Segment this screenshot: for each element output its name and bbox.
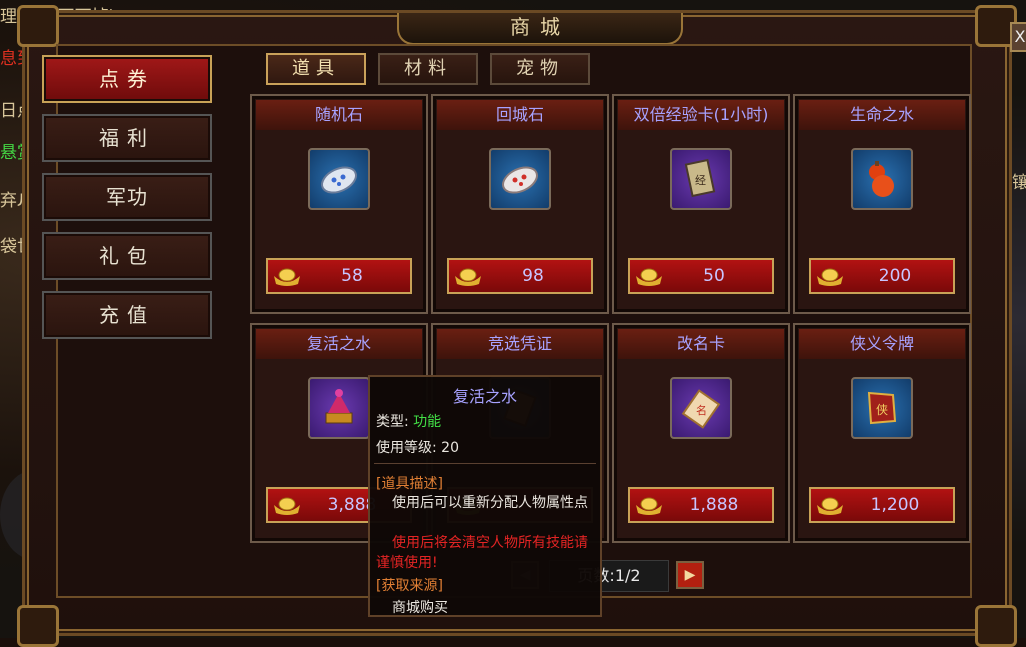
item-name: 侠义令牌: [799, 329, 965, 359]
svg-text:经: 经: [695, 174, 706, 187]
buy-price-button[interactable]: 1,888: [628, 487, 774, 523]
shop-item-card[interactable]: 改名卡名 1,888: [612, 323, 790, 543]
buy-price-button[interactable]: 58: [266, 258, 412, 294]
tab-0[interactable]: 道具: [266, 53, 366, 85]
item-name: 随机石: [256, 100, 422, 130]
item-name: 改名卡: [618, 329, 784, 359]
tooltip-level: 使用等级: 20: [376, 437, 459, 457]
item-name: 竞选凭证: [437, 329, 603, 359]
buy-price-button[interactable]: 1,200: [809, 487, 955, 523]
window-title: 商城: [397, 13, 683, 45]
desc-text: 使用后可以重新分配人物属性点: [392, 495, 588, 511]
revive-potion-icon[interactable]: [308, 377, 370, 439]
level-label: 使用等级:: [376, 440, 437, 456]
desc-header: [道具描述]: [376, 476, 443, 492]
item-name: 回城石: [437, 100, 603, 130]
exp-card-icon[interactable]: 经: [670, 148, 732, 210]
tooltip-title: 复活之水: [452, 387, 517, 406]
price-value: 98: [522, 266, 544, 286]
sidebar-item-1[interactable]: 福利: [42, 114, 212, 162]
tooltip-type: 类型: 功能: [376, 411, 441, 431]
source-header: [获取来源]: [376, 578, 443, 594]
item-name: 生命之水: [799, 100, 965, 130]
svg-text:侠: 侠: [876, 403, 888, 417]
source-text: 商城购买: [392, 600, 448, 616]
hud-text: 镶: [1012, 173, 1026, 193]
sidebar-item-0[interactable]: 点券: [42, 55, 212, 103]
buy-price-button[interactable]: 98: [447, 258, 593, 294]
type-label: 类型:: [376, 414, 409, 430]
corner-ornament: [17, 605, 59, 647]
random-stone-icon[interactable]: [308, 148, 370, 210]
close-button[interactable]: X: [1010, 22, 1026, 52]
price-value: 200: [878, 266, 912, 286]
shop-item-card[interactable]: 侠义令牌侠 1,200: [793, 323, 971, 543]
corner-ornament: [17, 5, 59, 47]
buy-price-button[interactable]: 200: [809, 258, 955, 294]
sidebar-item-3[interactable]: 礼包: [42, 232, 212, 280]
rename-card-icon[interactable]: 名: [670, 377, 732, 439]
shop-category-sidebar: 点券福利军功礼包充值: [42, 55, 212, 350]
sidebar-item-2[interactable]: 军功: [42, 173, 212, 221]
return-stone-icon[interactable]: [489, 148, 551, 210]
divider: [374, 463, 596, 464]
shop-item-card[interactable]: 回城石 98: [431, 94, 609, 314]
item-name: 双倍经验卡(1小时): [618, 100, 784, 130]
type-value: 功能: [413, 414, 442, 430]
level-value: 20: [441, 440, 459, 456]
shop-item-card[interactable]: 生命之水 200: [793, 94, 971, 314]
corner-ornament: [975, 605, 1017, 647]
item-grid: 随机石 58 回城石 98 双倍经验卡(1小时) 经 50 生命之水 200 复活之水 3,888 竞…: [242, 88, 974, 598]
svg-text:名: 名: [696, 403, 707, 417]
tab-2[interactable]: 宠物: [490, 53, 590, 85]
price-value: 1,200: [870, 495, 920, 515]
chivalry-token-icon[interactable]: 侠: [851, 377, 913, 439]
tab-1[interactable]: 材料: [378, 53, 478, 85]
item-name: 复活之水: [256, 329, 422, 359]
shop-item-card[interactable]: 随机石 58: [250, 94, 428, 314]
price-value: 1,888: [689, 495, 739, 515]
buy-price-button[interactable]: 50: [628, 258, 774, 294]
next-page-button[interactable]: ▶: [676, 561, 704, 589]
price-value: 58: [341, 266, 363, 286]
item-tooltip: 复活之水 类型: 功能 使用等级: 20 [道具描述] 使用后可以重新分配人物属…: [368, 375, 602, 617]
warning-text: 使用后将会清空人物所有技能请谨慎使用!: [376, 535, 588, 571]
gourd-icon[interactable]: [851, 148, 913, 210]
shop-item-card[interactable]: 双倍经验卡(1小时) 经 50: [612, 94, 790, 314]
sidebar-item-4[interactable]: 充值: [42, 291, 212, 339]
price-value: 50: [703, 266, 725, 286]
